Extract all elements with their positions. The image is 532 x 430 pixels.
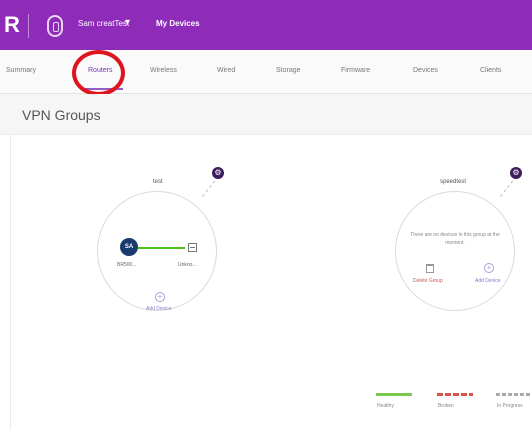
device-label: BR500... xyxy=(117,262,137,268)
page-title: VPN Groups xyxy=(22,107,101,123)
organization-name[interactable]: Sam creatTest xyxy=(78,19,129,28)
tab-clients[interactable]: Clients xyxy=(480,67,501,74)
highlight-circle xyxy=(72,50,125,96)
legend-in-progress: In Progress xyxy=(497,403,523,409)
empty-group-message: There are no devices in this group at th… xyxy=(410,232,500,246)
add-device-button[interactable]: Add Device xyxy=(146,306,172,312)
tab-wireless[interactable]: Wireless xyxy=(150,67,177,74)
device-label: Unkno... xyxy=(178,262,197,268)
my-devices-link[interactable]: My Devices xyxy=(156,19,200,28)
device-icon[interactable] xyxy=(188,243,197,252)
legend-broken: Broken xyxy=(438,403,454,409)
tab-summary[interactable]: Summary xyxy=(6,67,36,74)
trash-icon[interactable] xyxy=(426,264,434,273)
page-header: VPN Groups xyxy=(0,94,532,135)
settings-connector xyxy=(202,180,216,198)
legend-in-progress-line xyxy=(496,393,532,396)
gear-icon[interactable]: ⚙ xyxy=(510,167,522,179)
delete-group-button[interactable]: Delete Group xyxy=(413,278,443,284)
gear-icon[interactable]: ⚙ xyxy=(212,167,224,179)
add-device-icon[interactable]: + xyxy=(484,263,494,273)
router-node[interactable]: SA xyxy=(120,238,138,256)
top-bar: R Sam creatTest ▾ My Devices xyxy=(0,0,532,50)
healthy-tunnel-line xyxy=(138,247,185,249)
vpn-group-speedtest[interactable] xyxy=(395,191,515,311)
add-device-button[interactable]: Add Device xyxy=(475,278,501,284)
settings-connector xyxy=(500,180,514,198)
legend-healthy-line xyxy=(376,393,412,396)
logo[interactable]: R xyxy=(4,12,20,38)
add-device-icon[interactable]: + xyxy=(155,292,165,302)
tab-wired[interactable]: Wired xyxy=(217,67,235,74)
group-name: speedtest xyxy=(440,179,467,185)
tab-devices[interactable]: Devices xyxy=(413,67,438,74)
organization-icon xyxy=(47,15,63,37)
legend-healthy: Healthy xyxy=(377,403,394,409)
group-name: test xyxy=(153,179,163,185)
content-border xyxy=(10,134,11,430)
legend-broken-line xyxy=(437,393,473,396)
tab-firmware[interactable]: Firmware xyxy=(341,67,370,74)
topbar-divider xyxy=(28,14,29,38)
chevron-down-icon[interactable]: ▾ xyxy=(125,17,130,28)
tab-storage[interactable]: Storage xyxy=(276,67,301,74)
